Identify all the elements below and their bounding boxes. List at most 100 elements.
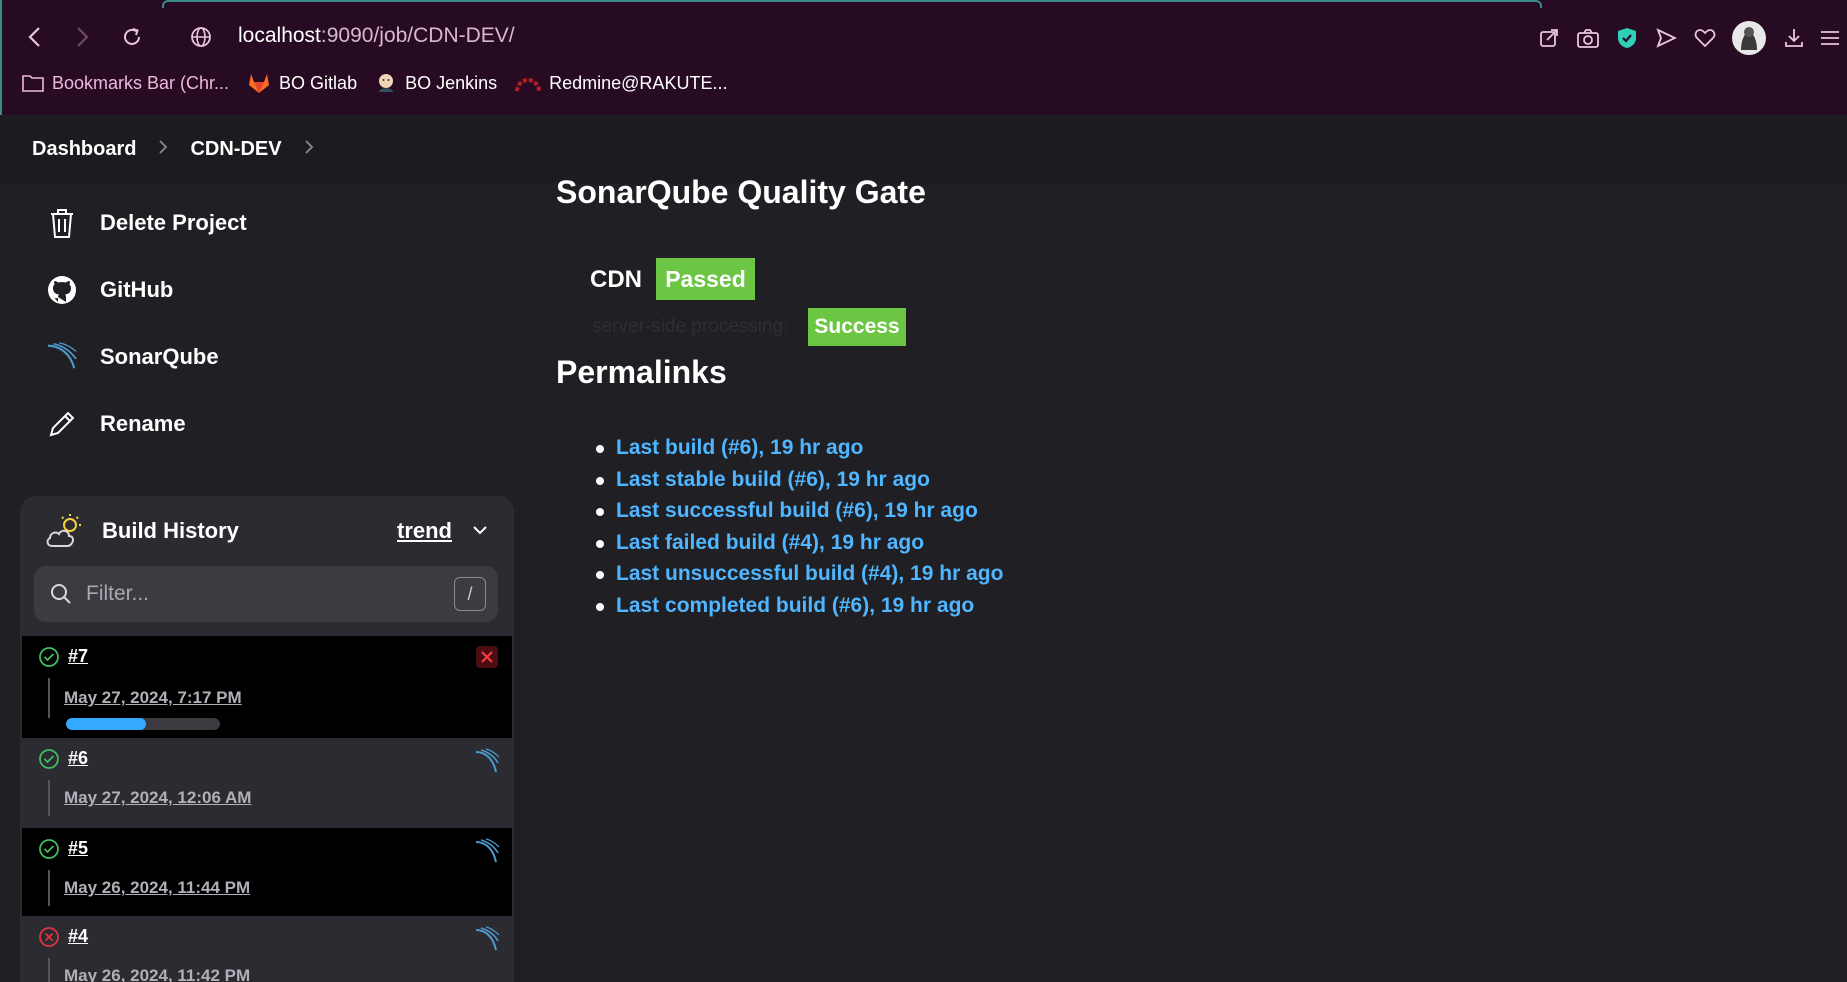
build-number[interactable]: #4 — [68, 926, 88, 947]
build-timeline-line — [48, 678, 50, 718]
build-timeline-line — [48, 958, 50, 982]
build-history-panel: Build History trend / #7 May 27, 2024, 7… — [20, 496, 514, 982]
build-row-4[interactable]: #4 May 26, 2024, 11:42 PM — [22, 916, 512, 982]
build-row-5[interactable]: #5 May 26, 2024, 11:44 PM — [22, 828, 512, 916]
share-icon — [1539, 29, 1558, 47]
sonarqube-section-title: SonarQube Quality Gate — [556, 174, 926, 210]
build-date[interactable]: May 27, 2024, 12:06 AM — [64, 788, 251, 808]
reload-icon — [124, 28, 140, 45]
breadcrumb-item-dashboard[interactable]: Dashboard — [32, 138, 136, 161]
permalinks-list: Last build (#6), 19 hr ago Last stable b… — [596, 436, 1003, 626]
profile-avatar — [1732, 21, 1766, 55]
globe-icon — [191, 27, 211, 47]
permalink-last-stable-build[interactable]: Last stable build (#6), 19 hr ago — [596, 468, 1003, 500]
screenshot-button[interactable] — [1568, 20, 1607, 56]
permalink-last-unsuccessful-build[interactable]: Last unsuccessful build (#4), 19 hr ago — [596, 562, 1003, 594]
chevron-down-icon — [473, 526, 487, 535]
address-bar[interactable]: localhost:9090/job/CDN-DEV/ — [238, 24, 515, 48]
sidebar-item-delete-project[interactable]: Delete Project — [46, 203, 247, 243]
permalink-last-completed-build[interactable]: Last completed build (#6), 19 hr ago — [596, 594, 1003, 626]
chevron-right-icon — [159, 139, 168, 154]
sonarqube-report-button[interactable] — [474, 926, 500, 952]
sidebar-item-label: Delete Project — [100, 210, 247, 235]
url-path: :9090/job/CDN-DEV/ — [320, 24, 515, 47]
sidebar-item-sonarqube[interactable]: SonarQube — [46, 337, 219, 377]
build-history-title: Build History — [102, 518, 239, 543]
back-button[interactable] — [20, 22, 50, 52]
server-side-processing-label: server-side processing: — [592, 316, 789, 337]
build-row-6[interactable]: #6 May 27, 2024, 12:06 AM — [22, 738, 512, 828]
build-timeline-line — [48, 780, 50, 816]
trend-link[interactable]: trend — [397, 518, 452, 544]
build-date[interactable]: May 27, 2024, 7:17 PM — [64, 688, 242, 708]
build-date[interactable]: May 26, 2024, 11:42 PM — [64, 966, 250, 982]
heart-icon — [1694, 29, 1715, 48]
bookmark-label: Redmine@RAKUTE... — [549, 72, 728, 93]
vpn-shield-button[interactable] — [1607, 20, 1646, 56]
cancel-build-button[interactable] — [474, 644, 500, 670]
sidebar-item-rename[interactable]: Rename — [46, 404, 186, 444]
bookmarks-bar: Bookmarks Bar (Chr... BO Gitlab BO Jenki… — [22, 72, 727, 94]
forward-button[interactable] — [67, 22, 97, 52]
sidebar-item-label: Rename — [100, 411, 186, 436]
build-number[interactable]: #7 — [68, 646, 88, 667]
send-icon — [1655, 28, 1677, 48]
build-history-menu-button[interactable] — [472, 522, 488, 540]
weather-partly-sunny-icon — [46, 514, 81, 547]
success-check-icon — [39, 839, 59, 859]
sidebar-item-github[interactable]: GitHub — [46, 270, 173, 310]
camera-icon — [1576, 29, 1599, 48]
sonarqube-icon — [475, 748, 500, 773]
favorites-button[interactable] — [1685, 20, 1724, 56]
permalink-last-build[interactable]: Last build (#6), 19 hr ago — [596, 436, 1003, 468]
folder-icon — [22, 75, 44, 92]
sidebar-item-label: GitHub — [100, 277, 174, 302]
build-filter: / — [34, 566, 498, 622]
active-tab-outline — [162, 0, 1542, 8]
build-number[interactable]: #6 — [68, 748, 88, 769]
bookmark-label: Bookmarks Bar (Chr... — [52, 72, 230, 93]
back-arrow-icon — [28, 27, 40, 47]
jenkins-icon — [379, 74, 394, 92]
bookmark-redmine[interactable]: Redmine@RAKUTE... — [515, 73, 727, 94]
bookmark-label: BO Gitlab — [279, 72, 358, 93]
sonarqube-report-button[interactable] — [474, 838, 500, 864]
build-progress-bar[interactable] — [66, 718, 220, 730]
filter-input[interactable] — [86, 582, 426, 606]
build-timeline-line — [48, 870, 50, 906]
url-host: localhost — [238, 24, 321, 47]
build-row-7[interactable]: #7 May 27, 2024, 7:17 PM — [22, 636, 512, 738]
browser-chrome: localhost:9090/job/CDN-DEV/ Bookmarks Ba… — [0, 0, 1847, 115]
browser-menu-button[interactable] — [1813, 20, 1847, 56]
sonarqube-report-button[interactable] — [474, 748, 500, 774]
sonarqube-icon — [475, 926, 500, 951]
permalink-last-failed-build[interactable]: Last failed build (#4), 19 hr ago — [596, 531, 1003, 563]
downloads-button[interactable] — [1774, 20, 1813, 56]
breadcrumb: Dashboard CDN-DEV — [0, 115, 1847, 183]
bookmark-bo-gitlab[interactable]: BO Gitlab — [247, 72, 357, 94]
menu-icon — [1821, 31, 1839, 45]
sidebar-item-label: SonarQube — [100, 344, 219, 369]
profile-button[interactable] — [1724, 20, 1774, 56]
send-button[interactable] — [1646, 20, 1685, 56]
download-icon — [1784, 29, 1803, 47]
build-progress-fill — [66, 718, 147, 730]
permalink-last-successful-build[interactable]: Last successful build (#6), 19 hr ago — [596, 499, 1003, 531]
sonarqube-project-name[interactable]: CDN — [590, 266, 642, 294]
build-number[interactable]: #5 — [68, 838, 88, 859]
bookmark-bo-jenkins[interactable]: BO Jenkins — [375, 72, 497, 94]
share-button[interactable] — [1529, 20, 1568, 56]
chevron-right-icon — [304, 139, 313, 154]
breadcrumb-item-cdn-dev[interactable]: CDN-DEV — [190, 138, 281, 161]
pencil-icon — [46, 408, 78, 440]
forward-arrow-icon — [77, 27, 89, 47]
breadcrumb-separator[interactable] — [304, 139, 314, 160]
permalinks-title: Permalinks — [556, 354, 727, 390]
site-info-button[interactable] — [186, 22, 216, 52]
build-date[interactable]: May 26, 2024, 11:44 PM — [64, 878, 250, 898]
quality-gate-status-badge: Passed — [656, 258, 755, 300]
breadcrumb-separator — [158, 139, 168, 160]
reload-button[interactable] — [117, 22, 147, 52]
sonarqube-icon — [475, 838, 500, 863]
bookmark-folder[interactable]: Bookmarks Bar (Chr... — [22, 73, 229, 94]
